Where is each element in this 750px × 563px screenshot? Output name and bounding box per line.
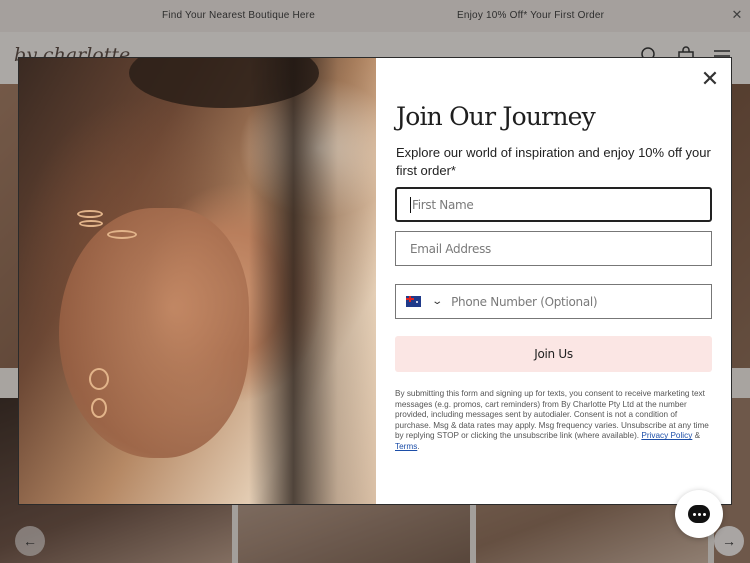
modal-title: Join Our Journey [396, 102, 596, 131]
phone-input[interactable]: ⌄ Phone Number (Optional) [395, 284, 712, 319]
model-photo [19, 58, 376, 504]
text-cursor [410, 196, 411, 213]
email-input[interactable]: Email Address [395, 231, 712, 266]
join-us-button[interactable]: Join Us [395, 336, 712, 372]
close-icon[interactable]: ✕ [699, 69, 721, 92]
chat-icon [688, 505, 710, 523]
australia-flag-icon[interactable] [406, 296, 421, 307]
signup-form: Join Our Journey Explore our world of in… [376, 58, 731, 504]
first-name-input[interactable]: First Name [395, 187, 712, 222]
phone-placeholder: Phone Number (Optional) [451, 294, 598, 309]
modal-description: Explore our world of inspiration and enj… [396, 145, 711, 178]
first-name-placeholder: First Name [412, 197, 474, 212]
signup-modal: Join Our Journey Explore our world of in… [18, 57, 732, 505]
sms-consent-text: By submitting this form and signing up f… [395, 389, 709, 451]
terms-link[interactable]: Terms [395, 442, 417, 451]
privacy-policy-link[interactable]: Privacy Policy [641, 431, 692, 440]
email-placeholder: Email Address [410, 241, 491, 256]
chevron-down-icon[interactable]: ⌄ [431, 296, 443, 307]
chat-widget-button[interactable] [675, 490, 723, 538]
